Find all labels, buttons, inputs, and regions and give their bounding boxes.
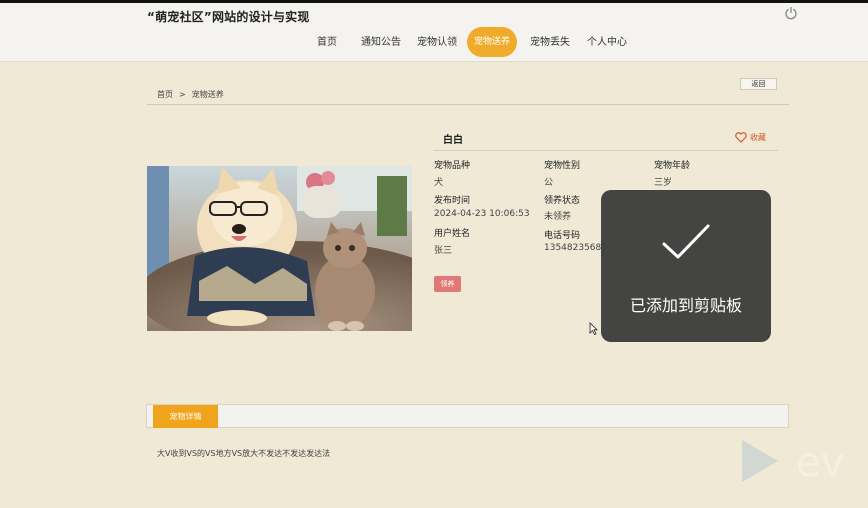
nav-item-pet-rehome[interactable]: 宠物送养 [467, 27, 517, 57]
site-header: “萌宠社区”网站的设计与实现 首页 通知公告 宠物认领 宠物送养 宠物丢失 个人… [0, 3, 868, 62]
breadcrumb-home[interactable]: 首页 [157, 90, 173, 99]
breed-label: 宠物品种 [434, 161, 471, 171]
watermark-text: ev [796, 440, 844, 484]
nav-item-pet-lost[interactable]: 宠物丢失 [530, 33, 570, 48]
user-name-label: 用户姓名 [434, 229, 471, 239]
phone-value: 13548235685 [544, 243, 607, 253]
user-name-value: 张三 [434, 246, 453, 256]
nav-item-announcements[interactable]: 通知公告 [361, 33, 401, 48]
back-button[interactable]: 返回 [740, 78, 777, 90]
main-nav: 首页 通知公告 宠物认领 宠物送养 宠物丢失 个人中心 [0, 27, 868, 57]
pet-name: 白白 [443, 135, 463, 146]
publish-time-label: 发布时间 [434, 196, 471, 206]
gender-label: 宠物性别 [544, 161, 581, 171]
breed-value: 犬 [434, 178, 444, 188]
breadcrumb-current: 宠物送养 [191, 90, 224, 99]
nav-item-user-center[interactable]: 个人中心 [587, 33, 627, 48]
pet-photo-illustration [147, 166, 412, 331]
adoption-status-label: 领养状态 [544, 196, 581, 206]
watermark-logo: ev [742, 440, 844, 484]
gender-value: 公 [544, 178, 554, 188]
power-icon[interactable] [784, 6, 798, 20]
publish-time-value: 2024-04-23 10:06:53 [434, 209, 530, 219]
favorite-button[interactable]: 收藏 [735, 132, 766, 143]
phone-label: 电话号码 [544, 231, 581, 241]
adoption-status-value: 未领养 [544, 212, 572, 222]
pet-photo [147, 166, 412, 331]
age-value: 三岁 [654, 178, 673, 188]
toast-message: 已添加到剪贴板 [629, 296, 742, 315]
pet-description: 大V收到VS的VS地方VS放大不发达不发达发达法 [157, 449, 331, 458]
site-title: “萌宠社区”网站的设计与实现 [147, 10, 310, 24]
checkmark-icon [662, 224, 710, 259]
name-divider [433, 150, 778, 151]
detail-tabs: 宠物详情 [146, 404, 789, 428]
header-divider [147, 104, 789, 105]
breadcrumb-separator: > [179, 90, 186, 99]
clipboard-toast: 已添加到剪贴板 [601, 190, 771, 342]
nav-item-home[interactable]: 首页 [317, 33, 337, 48]
adopt-button[interactable]: 领养 [434, 276, 461, 292]
favorite-label: 收藏 [750, 133, 766, 142]
heart-icon [735, 132, 747, 143]
mouse-cursor-icon [589, 322, 598, 335]
breadcrumb: 首页 > 宠物送养 [157, 89, 230, 100]
age-label: 宠物年龄 [654, 161, 691, 171]
nav-item-pet-claim[interactable]: 宠物认领 [417, 33, 457, 48]
tab-pet-details[interactable]: 宠物详情 [153, 405, 218, 428]
